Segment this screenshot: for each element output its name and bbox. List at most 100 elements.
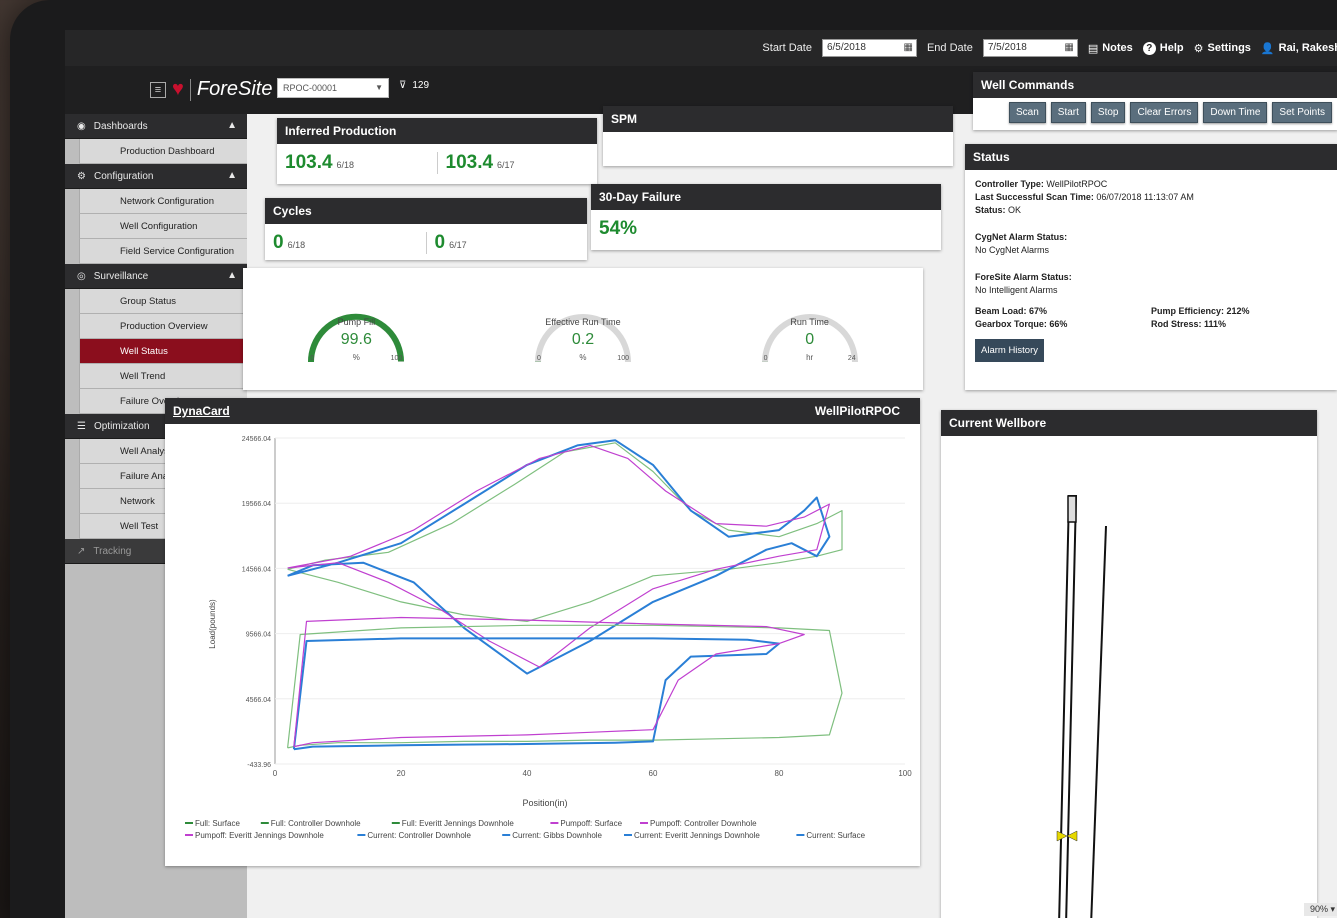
sliders-icon: ☰ <box>77 420 86 432</box>
status-row: Status: OK <box>975 204 1327 217</box>
failure-value: 54% <box>599 218 638 239</box>
controller-type-value: WellPilotRPOC <box>1046 179 1108 189</box>
dynacard-controller: WellPilotRPOC <box>814 404 900 418</box>
sidebar-item-network-configuration[interactable]: Network Configuration <box>79 189 247 214</box>
x-tick-label: 80 <box>775 769 784 778</box>
gauge-max: 100 <box>390 355 403 362</box>
calendar-icon[interactable]: ▦ <box>904 42 913 53</box>
sidebar-section-surveillance[interactable]: ◎ Surveillance ▲ <box>65 264 247 289</box>
pump-efficiency: Pump Efficiency: 212% <box>1151 306 1250 316</box>
sidebar-section-configuration[interactable]: ⚙ Configuration ▲ <box>65 164 247 189</box>
laptop-bezel: Start Date 6/5/2018 ▦ End Date 7/5/2018 … <box>10 0 1337 918</box>
gear-icon: ⚙ <box>77 170 86 182</box>
legend-label: Current: Everitt Jennings Downhole <box>634 831 760 840</box>
spm-panel: SPM <box>603 106 953 166</box>
gauge-pump-fill: Pump Fill 99.6 % 0 100 <box>296 287 416 377</box>
sidebar-item-field-service-configuration[interactable]: Field Service Configuration <box>79 239 247 264</box>
y-tick-label: 14566.04 <box>242 566 271 573</box>
zoom-level[interactable]: 90% ▾ <box>1303 903 1337 916</box>
filter-count: 129 <box>412 80 430 91</box>
last-scan-row: Last Successful Scan Time: 06/07/2018 11… <box>975 191 1327 204</box>
metrics-col-left: Beam Load: 67% Gearbox Torque: 66% <box>975 305 1151 331</box>
stop-button[interactable]: Stop <box>1090 102 1126 123</box>
calendar-icon[interactable]: ▦ <box>1064 42 1073 53</box>
wellbore-panel: Current Wellbore <box>941 410 1317 918</box>
y-tick-label: 9566.04 <box>246 632 271 639</box>
kpi-cell: 54% <box>591 218 941 240</box>
sidebar-item-group-status[interactable]: Group Status <box>79 289 247 314</box>
gauge-title: Run Time <box>790 317 829 327</box>
sidebar-section-label: Optimization <box>93 420 150 432</box>
app-logo: ≡ ♥ ForeSite <box>150 78 272 101</box>
kpi-date: 6/18 <box>336 160 355 170</box>
gauge-value: 0 <box>805 331 815 348</box>
wellbore-casing <box>1058 495 1078 918</box>
start-date-input[interactable]: 6/5/2018 ▦ <box>821 39 917 57</box>
sidebar-item-well-trend[interactable]: Well Trend <box>79 364 247 389</box>
cycles-title: Cycles <box>265 198 587 224</box>
sidebar-section-label: Tracking <box>93 545 132 557</box>
sidebar-section-label: Surveillance <box>93 270 149 282</box>
settings-link[interactable]: ⚙ Settings <box>1194 42 1251 55</box>
dynacard-title-link[interactable]: DynaCard <box>173 404 230 418</box>
y-tick-label: 4566.04 <box>246 697 271 704</box>
scan-button[interactable]: Scan <box>1008 102 1046 123</box>
sidebar-item-well-configuration[interactable]: Well Configuration <box>79 214 247 239</box>
inferred-production-panel: Inferred Production 103.4 6/18 103.4 6/1… <box>277 118 597 184</box>
series-line <box>293 616 805 748</box>
legend-label: Full: Surface <box>195 819 240 828</box>
status-value: OK <box>1008 205 1022 215</box>
sidebar-section-label: Dashboards <box>93 120 148 132</box>
chevron-up-icon: ▲ <box>227 270 237 281</box>
legend-label: Pumpoff: Controller Downhole <box>650 819 757 828</box>
notes-label: Notes <box>1102 42 1133 54</box>
beam-load: Beam Load: 67% <box>975 306 1048 316</box>
controller-type-row: Controller Type: WellPilotRPOC <box>975 178 1327 191</box>
last-scan-label: Last Successful Scan Time: <box>975 192 1094 202</box>
end-date-input[interactable]: 7/5/2018 ▦ <box>982 39 1078 57</box>
gauge-value: 99.6 <box>340 331 372 348</box>
status-title: Status <box>965 144 1337 170</box>
dynacard-header: DynaCard WellPilotRPOC <box>165 398 920 424</box>
spm-title: SPM <box>603 106 953 132</box>
sidebar-item-production-dashboard[interactable]: Production Dashboard <box>79 139 247 164</box>
clear-errors-button[interactable]: Clear Errors <box>1130 102 1199 123</box>
kpi-cell: 103.4 6/17 <box>438 152 598 174</box>
dashboard-icon: ◉ <box>77 120 86 132</box>
gauges-row: Pump Fill 99.6 % 0 100 Effective Run Tim… <box>243 268 923 390</box>
rod-stress: Rod Stress: 111% <box>1151 319 1227 329</box>
chart-grid <box>274 437 905 765</box>
filter-button[interactable]: ⊽ 129 <box>399 80 429 91</box>
chevron-up-icon: ▲ <box>227 120 237 131</box>
dynacard-chart: -433.96 4566.04 9566.04 14566.04 19566.04 245… <box>185 436 912 840</box>
y-tick-label: 24566.04 <box>242 436 271 443</box>
x-tick-label: 0 <box>273 769 278 778</box>
notes-link[interactable]: ▤ Notes <box>1088 42 1133 55</box>
sidebar-item-well-status[interactable]: Well Status <box>79 339 247 364</box>
start-button[interactable]: Start <box>1050 102 1086 123</box>
metrics-col-right: Pump Efficiency: 212% Rod Stress: 111% <box>1151 305 1327 331</box>
well-commands-panel: Well Commands Scan Start Stop Clear Erro… <box>973 72 1337 130</box>
legend-label: Full: Controller Downhole <box>271 819 361 828</box>
alarm-history-button[interactable]: Alarm History <box>975 339 1045 362</box>
gauge-run-time: Run Time 0 hr 0 24 <box>750 287 870 377</box>
help-link[interactable]: ? Help <box>1142 41 1184 55</box>
well-selector-value: RPOC-00001 <box>283 83 338 93</box>
down-time-button[interactable]: Down Time <box>1203 102 1268 123</box>
inferred-production-title: Inferred Production <box>277 118 597 144</box>
x-tick-label: 60 <box>649 769 658 778</box>
filter-icon: ⊽ <box>399 80 407 91</box>
app-name: ForeSite <box>196 78 273 100</box>
eye-icon: ◎ <box>77 270 86 282</box>
user-menu[interactable]: 👤 Rai, Rakesh <box>1261 42 1337 55</box>
dynacard-panel: DynaCard WellPilotRPOC -433.96 4566.04 956… <box>165 398 920 866</box>
hamburger-menu-icon[interactable]: ≡ <box>150 81 166 98</box>
wellbore-title: Current Wellbore <box>941 410 1317 436</box>
inferred-production-values: 103.4 6/18 103.4 6/17 <box>277 144 597 182</box>
notes-icon: ▤ <box>1087 42 1099 55</box>
kpi-value: 103.4 <box>445 152 494 173</box>
set-points-button[interactable]: Set Points <box>1272 102 1332 123</box>
well-selector[interactable]: RPOC-00001 ▼ <box>277 78 389 98</box>
sidebar-item-production-overview[interactable]: Production Overview <box>79 314 247 339</box>
sidebar-section-dashboards[interactable]: ◉ Dashboards ▲ <box>65 114 247 139</box>
